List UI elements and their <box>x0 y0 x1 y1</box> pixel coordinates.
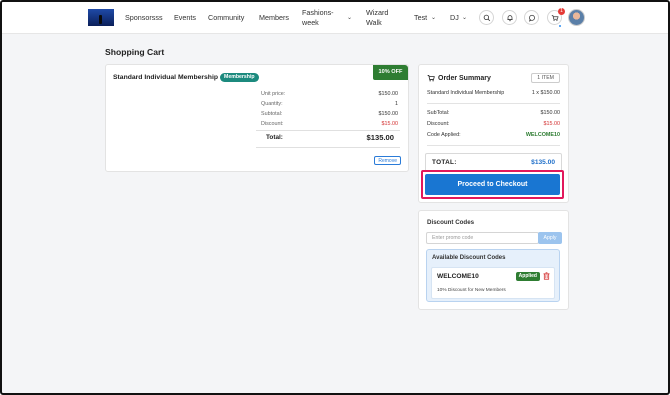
apply-button[interactable]: Apply <box>538 232 562 244</box>
divider <box>427 145 560 146</box>
summary-item-qty: 1 x $150.00 <box>531 90 560 96</box>
summary-discount-label: Discount: <box>427 121 450 127</box>
unit-price-value: $150.00 <box>378 91 399 97</box>
summary-subtotal-label: SubTotal: <box>427 110 450 116</box>
nav-fashions-week[interactable]: Fashions-week <box>302 8 346 28</box>
summary-total-label: TOTAL: <box>432 159 457 166</box>
discount-code-description: 10% Discount for New Members <box>437 288 506 293</box>
summary-discount-row: Discount: $15.00 <box>427 121 560 127</box>
trash-icon[interactable] <box>543 272 550 280</box>
remove-button[interactable]: Remove <box>374 156 401 165</box>
chat-icon <box>528 14 535 22</box>
bell-icon <box>506 14 513 21</box>
item-count-badge: 1 ITEM <box>531 73 560 83</box>
discount-codes-card: Discount Codes Enter promo code Apply Av… <box>418 210 569 310</box>
quantity-value: 1 <box>395 101 398 107</box>
cart-status-dot <box>558 24 562 28</box>
nav-sponsors[interactable]: Sponsorsss <box>125 13 163 22</box>
discount-label: Discount: <box>261 121 284 127</box>
subtotal-value: $150.00 <box>378 111 399 117</box>
summary-discount-value: $15.00 <box>543 121 561 127</box>
applied-badge: Applied <box>515 272 540 281</box>
cart-icon <box>427 75 435 82</box>
subtotal-label: Subtotal: <box>261 111 283 117</box>
summary-code-value: WELCOME10 <box>525 132 560 138</box>
messages-button[interactable] <box>524 10 539 25</box>
nav-test[interactable]: Test <box>414 13 427 22</box>
quantity-label: Quantity: <box>261 101 283 107</box>
app-frame: Sponsorsss Events Community Members Fash… <box>0 0 670 395</box>
total-label: Total: <box>266 134 283 141</box>
unit-price-label: Unit price: <box>261 91 286 97</box>
nav-wizard-walk[interactable]: Wizard Walk <box>366 8 396 28</box>
discount-code-card[interactable]: WELCOME10 Applied 10% Discount for New M… <box>431 267 555 299</box>
promo-code-input[interactable]: Enter promo code <box>426 232 539 244</box>
divider <box>427 103 560 104</box>
cart-count-badge: 1 <box>558 8 565 15</box>
summary-code-row: Code Applied: WELCOME10 <box>427 132 560 138</box>
page-title: Shopping Cart <box>105 47 165 57</box>
chevron-down-icon[interactable]: ⌄ <box>347 14 352 21</box>
summary-total-value: $135.00 <box>531 159 555 166</box>
discount-codes-title: Discount Codes <box>427 219 475 226</box>
nav-community[interactable]: Community <box>208 13 244 22</box>
summary-line-item: Standard Individual Membership 1 x $150.… <box>427 90 560 96</box>
proceed-to-checkout-button[interactable]: Proceed to Checkout <box>425 174 560 195</box>
summary-subtotal-row: SubTotal: $150.00 <box>427 110 560 116</box>
chevron-down-icon[interactable]: ⌄ <box>462 14 467 21</box>
total-value: $135.00 <box>366 133 394 142</box>
cart-icon <box>551 14 559 21</box>
discount-percent-badge: 10% OFF <box>373 65 408 80</box>
divider <box>256 147 400 148</box>
divider <box>256 130 400 131</box>
order-summary-header: Order Summary <box>427 74 491 82</box>
checkout-highlight: Proceed to Checkout <box>421 170 564 199</box>
discount-value: $15.00 <box>381 121 399 127</box>
top-navbar: Sponsorsss Events Community Members Fash… <box>2 2 668 34</box>
available-codes-panel: Available Discount Codes WELCOME10 Appli… <box>426 249 560 302</box>
summary-subtotal-value: $150.00 <box>540 110 561 116</box>
notifications-button[interactable] <box>502 10 517 25</box>
search-button[interactable] <box>479 10 494 25</box>
cart-item-name: Standard Individual Membership <box>113 74 218 81</box>
site-logo[interactable] <box>88 9 114 26</box>
avatar[interactable] <box>568 9 585 26</box>
summary-item-name: Standard Individual Membership <box>427 90 505 96</box>
order-summary-title: Order Summary <box>438 74 491 82</box>
available-codes-title: Available Discount Codes <box>432 255 506 261</box>
nav-members[interactable]: Members <box>259 13 289 22</box>
nav-dj[interactable]: DJ <box>450 13 459 22</box>
cart-item-card: Standard Individual Membership Membershi… <box>105 64 409 172</box>
summary-code-label: Code Applied: <box>427 132 461 138</box>
chevron-down-icon[interactable]: ⌄ <box>431 14 436 21</box>
nav-events[interactable]: Events <box>174 13 196 22</box>
discount-code-name: WELCOME10 <box>437 273 479 280</box>
search-icon <box>483 14 490 21</box>
membership-tag: Membership <box>220 73 259 82</box>
